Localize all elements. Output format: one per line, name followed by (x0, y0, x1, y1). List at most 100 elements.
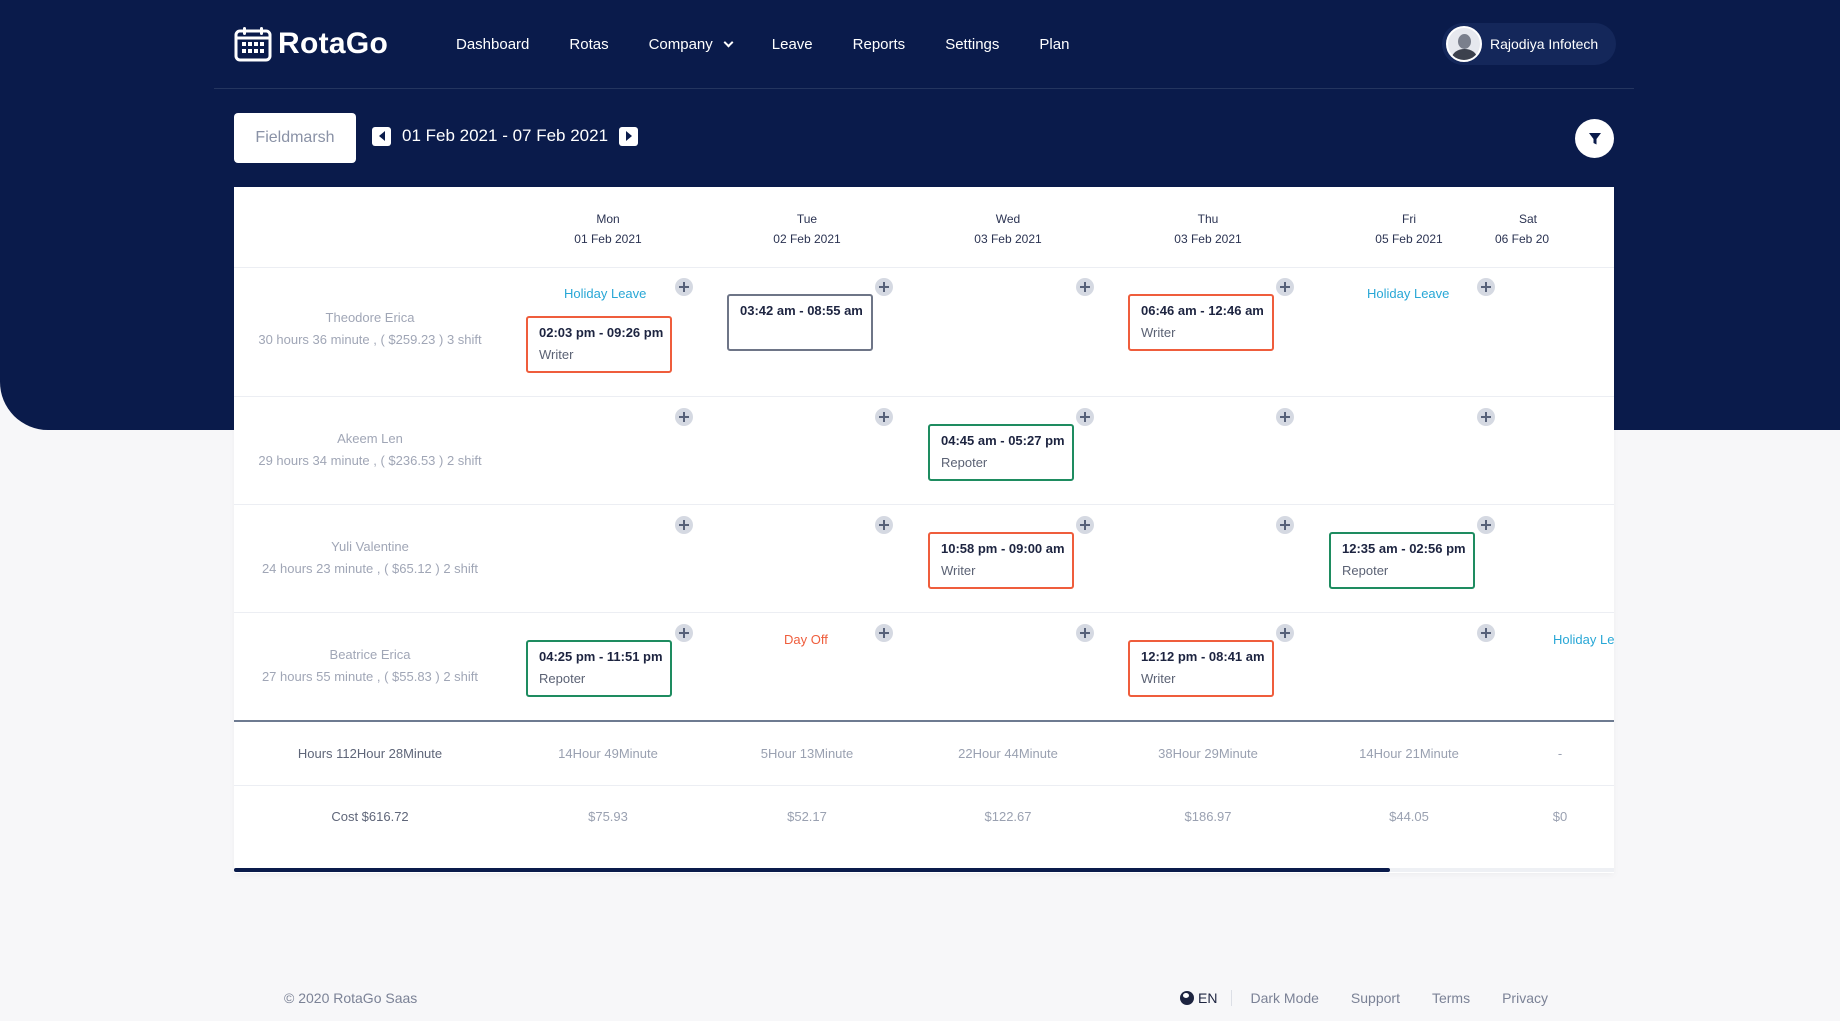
add-shift-icon[interactable] (675, 278, 693, 296)
day-date: 02 Feb 2021 (773, 232, 841, 246)
shift-role: Repoter (1342, 563, 1389, 578)
nav-company[interactable]: Company (649, 36, 734, 53)
employee-summary: 24 hours 23 minute , ( $65.12 ) 2 shift (261, 561, 479, 576)
shift-card[interactable]: 06:46 am - 12:46 am Writer (1128, 294, 1274, 351)
avatar (1446, 26, 1482, 62)
hours-fri: 14Hour 21Minute (1359, 746, 1459, 761)
day-header-mon: Mon 01 Feb 2021 (508, 209, 708, 249)
shift-time: 12:12 pm - 08:41 am (1141, 649, 1265, 664)
prev-week-button[interactable] (372, 126, 391, 146)
support-link[interactable]: Support (1351, 990, 1400, 1006)
employee-info: Beatrice Erica 27 hours 55 minute , ( $5… (234, 644, 506, 688)
employee-name: Yuli Valentine (331, 539, 409, 554)
shift-time: 04:45 am - 05:27 pm (941, 433, 1065, 448)
shift-card[interactable]: 02:03 pm - 09:26 pm Writer (526, 316, 672, 373)
day-header-wed: Wed 03 Feb 2021 (908, 209, 1108, 249)
user-name: Rajodiya Infotech (1490, 36, 1599, 52)
add-shift-icon[interactable] (1076, 408, 1094, 426)
shift-role: Writer (1141, 671, 1176, 686)
nav-dashboard[interactable]: Dashboard (456, 36, 529, 53)
shift-role: Writer (1141, 325, 1176, 340)
day-off-badge: Day Off (784, 632, 828, 647)
add-shift-icon[interactable] (1477, 624, 1495, 642)
add-shift-icon[interactable] (1276, 516, 1294, 534)
shift-card[interactable]: 12:12 pm - 08:41 am Writer (1128, 640, 1274, 697)
shift-time: 12:35 am - 02:56 pm (1342, 541, 1466, 556)
shift-card[interactable]: 03:42 am - 08:55 am (727, 294, 873, 351)
cost-mon: $75.93 (588, 809, 628, 824)
employee-info: Akeem Len 29 hours 34 minute , ( $236.53… (234, 428, 506, 472)
chevron-down-icon (723, 37, 734, 48)
day-name: Wed (995, 212, 1021, 226)
shift-role: Writer (539, 347, 574, 362)
shift-role: Repoter (539, 671, 586, 686)
day-name: Thu (1197, 212, 1219, 226)
add-shift-icon[interactable] (875, 408, 893, 426)
employee-info: Yuli Valentine 24 hours 23 minute , ( $6… (234, 536, 506, 580)
add-shift-icon[interactable] (1076, 278, 1094, 296)
brand-logo[interactable]: RotaGo (234, 26, 388, 62)
add-shift-icon[interactable] (875, 516, 893, 534)
day-header-tue: Tue 02 Feb 2021 (707, 209, 907, 249)
nav-plan[interactable]: Plan (1039, 36, 1069, 53)
privacy-link[interactable]: Privacy (1502, 990, 1548, 1006)
terms-link[interactable]: Terms (1432, 990, 1470, 1006)
day-header-fri: Fri 05 Feb 2021 (1309, 209, 1509, 249)
add-shift-icon[interactable] (675, 624, 693, 642)
calendar-icon (234, 27, 272, 62)
hours-mon: 14Hour 49Minute (558, 746, 658, 761)
copyright-text: © 2020 RotaGo Saas (284, 990, 418, 1006)
employee-row: Yuli Valentine 24 hours 23 minute , ( $6… (234, 506, 1614, 613)
employee-row: Akeem Len 29 hours 34 minute , ( $236.53… (234, 398, 1614, 505)
day-date: 06 Feb 20 (1495, 232, 1550, 246)
add-shift-icon[interactable] (675, 408, 693, 426)
add-shift-icon[interactable] (875, 624, 893, 642)
hours-sat: - (1557, 746, 1563, 761)
cost-fri: $44.05 (1389, 809, 1429, 824)
caret-right-icon (625, 131, 632, 141)
hours-thu: 38Hour 29Minute (1158, 746, 1258, 761)
shift-time: 10:58 pm - 09:00 am (941, 541, 1065, 556)
cost-total-label: Cost $616.72 (331, 809, 409, 824)
add-shift-icon[interactable] (1477, 278, 1495, 296)
filter-button[interactable] (1575, 119, 1614, 158)
location-selector[interactable]: Fieldmarsh (234, 113, 356, 163)
add-shift-icon[interactable] (1477, 408, 1495, 426)
add-shift-icon[interactable] (1076, 516, 1094, 534)
add-shift-icon[interactable] (1276, 278, 1294, 296)
cost-summary-row: Cost $616.72 $75.93 $52.17 $122.67 $186.… (234, 787, 1614, 850)
nav-rotas[interactable]: Rotas (569, 36, 608, 53)
nav-reports[interactable]: Reports (853, 36, 906, 53)
shift-card[interactable]: 04:45 am - 05:27 pm Repoter (928, 424, 1074, 481)
next-week-button[interactable] (619, 126, 639, 146)
shift-card[interactable]: 12:35 am - 02:56 pm Repoter (1329, 532, 1475, 589)
holiday-leave-badge: Holiday Leave (564, 286, 647, 301)
holiday-leave-badge: Holiday Le (1553, 632, 1614, 647)
main-menu: Dashboard Rotas Company Leave Reports Se… (456, 36, 1109, 53)
language-label: EN (1198, 990, 1218, 1006)
day-name: Fri (1402, 212, 1416, 226)
hours-summary-row: Hours 112Hour 28Minute 14Hour 49Minute 5… (234, 723, 1614, 786)
nav-leave[interactable]: Leave (772, 36, 813, 53)
add-shift-icon[interactable] (875, 278, 893, 296)
user-menu[interactable]: Rajodiya Infotech (1442, 23, 1617, 65)
footer-links: EN Dark Mode Support Terms Privacy (1180, 990, 1580, 1006)
add-shift-icon[interactable] (1276, 624, 1294, 642)
shift-card[interactable]: 04:25 pm - 11:51 pm Repoter (526, 640, 672, 697)
shift-time: 02:03 pm - 09:26 pm (539, 325, 664, 340)
add-shift-icon[interactable] (1076, 624, 1094, 642)
shift-card[interactable]: 10:58 pm - 09:00 am Writer (928, 532, 1074, 589)
shift-time: 04:25 pm - 11:51 pm (539, 649, 663, 664)
add-shift-icon[interactable] (1276, 408, 1294, 426)
employee-info: Theodore Erica 30 hours 36 minute , ( $2… (234, 307, 506, 351)
nav-settings[interactable]: Settings (945, 36, 999, 53)
language-selector[interactable]: EN (1180, 990, 1233, 1006)
caret-left-icon (378, 131, 385, 141)
shift-time: 06:46 am - 12:46 am (1141, 303, 1264, 318)
employee-name: Akeem Len (337, 431, 403, 446)
dark-mode-link[interactable]: Dark Mode (1250, 990, 1318, 1006)
filter-icon (1588, 132, 1601, 144)
add-shift-icon[interactable] (1477, 516, 1495, 534)
add-shift-icon[interactable] (675, 516, 693, 534)
scrollbar-thumb[interactable] (234, 868, 1390, 872)
